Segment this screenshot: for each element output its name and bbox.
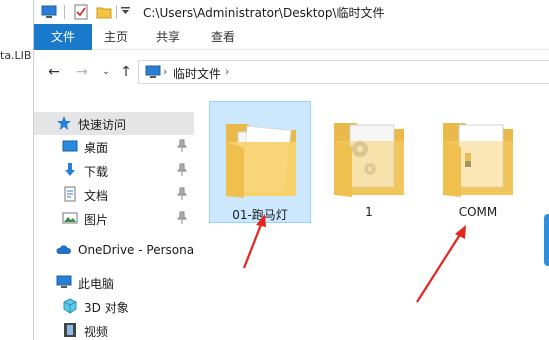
annotation-arrow: [416, 225, 466, 303]
annotation-arrow: [242, 214, 266, 269]
screen: ta.LIB C:\Users\Administrator\Desktop\临时…: [0, 0, 549, 340]
annotation-arrows: [242, 214, 466, 303]
